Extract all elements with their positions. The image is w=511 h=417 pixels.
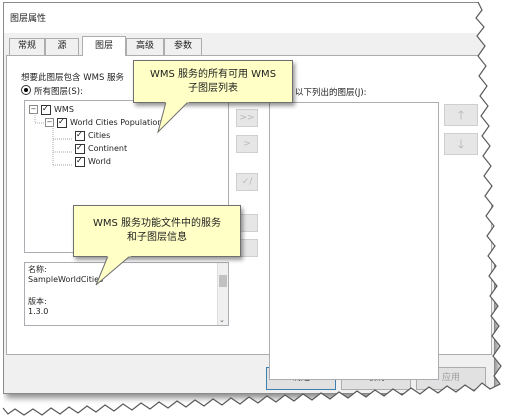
listed-layers-label: 以下列出的图层(J):: [295, 88, 367, 98]
callout-bottom-tail: [95, 254, 131, 286]
scrollbar-thumb[interactable]: [219, 275, 227, 287]
callout-top-line1: WMS 服务的所有可用 WMS: [149, 69, 277, 80]
all-layers-label: 所有图层(S):: [34, 87, 83, 97]
tree-label-world: World: [88, 157, 111, 166]
check-button[interactable]: ✓/: [236, 173, 258, 191]
all-layers-radio[interactable]: [21, 85, 31, 95]
move-down-button[interactable]: 🡓: [444, 133, 478, 155]
tab-source[interactable]: 源: [45, 38, 79, 55]
add-button[interactable]: >: [236, 135, 258, 153]
arrow-down-icon: 🡓: [457, 137, 465, 151]
scrollbar[interactable]: ⌄: [217, 263, 228, 325]
tree-label-cities: Cities: [88, 131, 111, 140]
selected-layers-list[interactable]: [269, 102, 439, 380]
callout-top-line2: 子图层列表: [188, 83, 238, 94]
tab-general[interactable]: 常规: [9, 38, 45, 55]
tab-layers[interactable]: 图层: [82, 36, 126, 56]
tree-lines: [34, 113, 73, 166]
version-value: 1.3.0: [28, 307, 49, 316]
callout-sublayer-list: WMS 服务的所有可用 WMS 子图层列表: [133, 60, 293, 103]
dialog-title: 图层属性: [10, 14, 47, 24]
callout-bottom-line2: 和子图层信息: [127, 232, 187, 243]
tab-parameters[interactable]: 参数: [164, 38, 202, 55]
callout-bottom-line1: WMS 服务功能文件中的服务: [92, 218, 222, 229]
tab-advanced[interactable]: 高级: [126, 38, 164, 55]
arrow-up-icon: 🡑: [457, 108, 465, 122]
radio-dot: [24, 88, 28, 92]
tree-label-continent: Continent: [88, 144, 128, 153]
move-up-button[interactable]: 🡑: [444, 104, 478, 126]
add-all-button[interactable]: >>: [236, 109, 258, 127]
title-bar: 图层属性: [4, 3, 494, 33]
version-label: 版本:: [28, 297, 47, 306]
callout-service-info: WMS 服务功能文件中的服务 和子图层信息: [73, 205, 241, 257]
callout-top-tail: [157, 100, 189, 134]
chevron-down-icon[interactable]: ⌄: [219, 316, 225, 324]
layers-prompt: 想要此图层包含 WMS 服务: [21, 73, 125, 83]
